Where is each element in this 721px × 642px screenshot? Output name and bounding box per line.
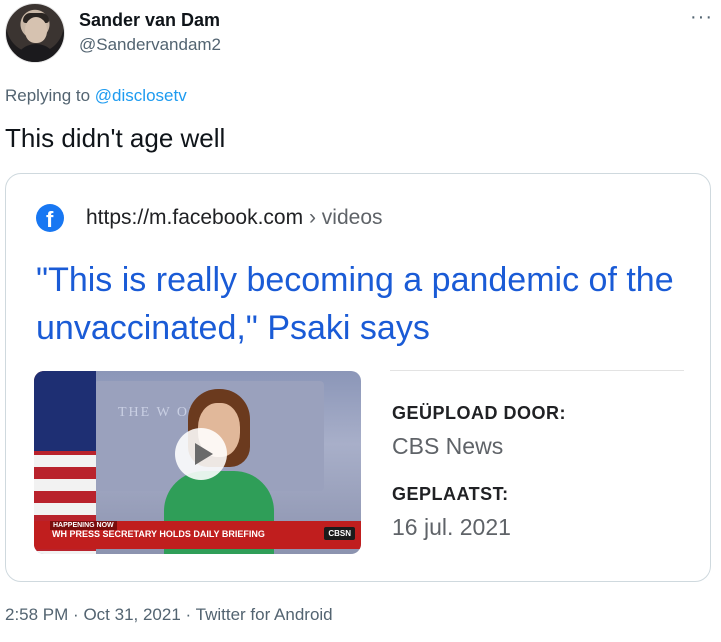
avatar-body	[14, 44, 58, 62]
author-handle[interactable]: @Sandervandam2	[79, 35, 221, 55]
tweet-date[interactable]: Oct 31, 2021	[83, 605, 180, 624]
author-display-name[interactable]: Sander van Dam	[79, 10, 220, 31]
news-lower-third: HAPPENING NOW WH PRESS SECRETARY HOLDS D…	[34, 521, 361, 549]
author-avatar[interactable]	[5, 3, 65, 63]
posted-label: GEPLAATST:	[392, 484, 509, 504]
tweet-source-app[interactable]: Twitter for Android	[196, 605, 333, 624]
card-source-path: videos	[321, 206, 383, 229]
card-source-url: https://m.facebook.com	[86, 206, 304, 229]
link-preview-card[interactable]: f https://m.facebook.com › videos "This …	[5, 173, 711, 582]
reply-prefix: Replying to	[5, 86, 91, 105]
more-options-icon[interactable]: ···	[690, 6, 713, 29]
card-divider	[390, 370, 684, 371]
card-headline[interactable]: "This is really becoming a pandemic of t…	[36, 256, 686, 352]
video-thumbnail[interactable]: THE W OUSE HAPPENING NOW WH PRESS SECRET…	[34, 371, 361, 554]
card-source: https://m.facebook.com › videos	[86, 206, 383, 230]
avatar-face	[25, 17, 47, 43]
tweet-timestamp: 2:58 PM · Oct 31, 2021 · Twitter for And…	[5, 605, 333, 625]
facebook-icon: f	[36, 204, 64, 232]
uploader-value: CBS News	[392, 433, 504, 459]
timestamp-dot: ·	[185, 605, 192, 624]
card-source-separator: ›	[308, 206, 316, 229]
uploader-label: GEÜPLOAD DOOR:	[392, 403, 567, 423]
lower-third-headline: WH PRESS SECRETARY HOLDS DAILY BRIEFING	[52, 529, 265, 539]
tweet-time[interactable]: 2:58 PM	[5, 605, 68, 624]
reply-mention-link[interactable]: @disclosetv	[95, 86, 187, 105]
reply-context: Replying to @disclosetv	[5, 86, 187, 106]
tweet-text: This didn't age well	[5, 123, 226, 153]
posted-date-value: 16 jul. 2021	[392, 514, 511, 540]
cbsn-logo: CBSN	[324, 527, 355, 540]
timestamp-dot: ·	[73, 605, 79, 624]
play-icon[interactable]	[175, 428, 227, 480]
us-flag-canton	[34, 371, 96, 451]
